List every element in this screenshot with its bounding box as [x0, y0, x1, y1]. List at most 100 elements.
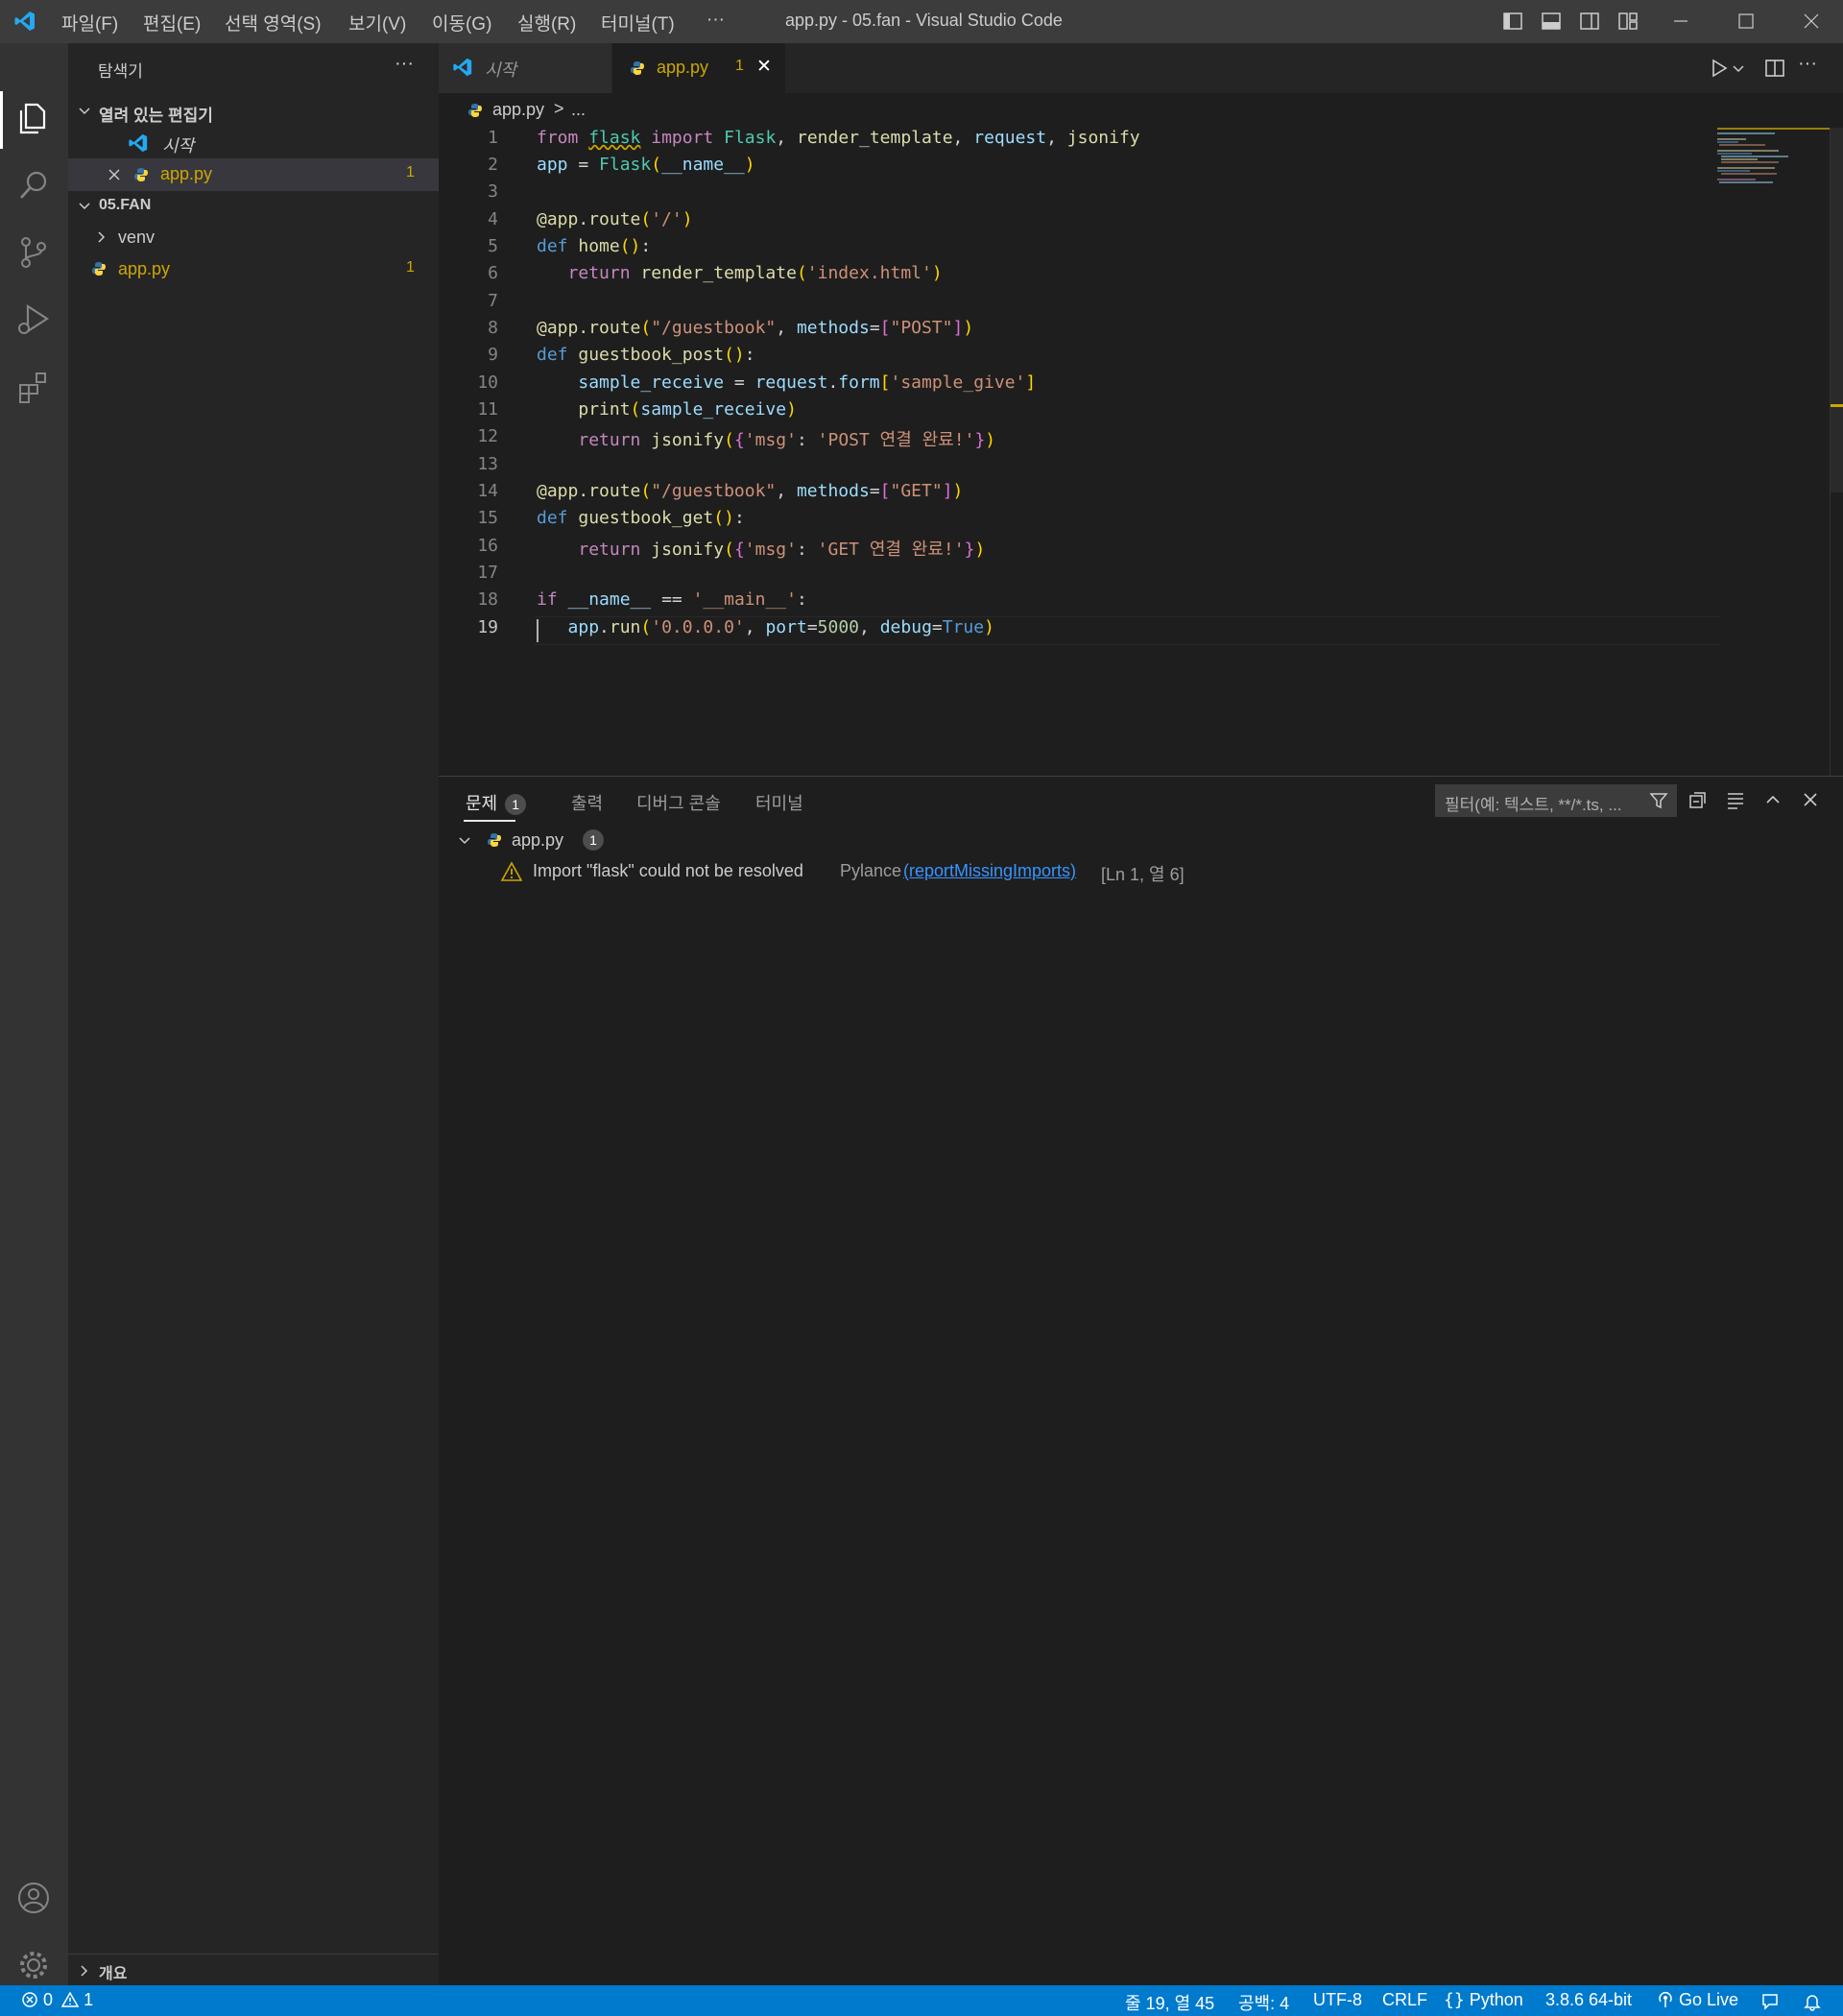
problems-status[interactable]: 0 1 — [21, 1990, 93, 2010]
extensions-icon[interactable] — [14, 368, 53, 406]
vertical-scrollbar[interactable] — [1830, 128, 1843, 776]
breadcrumb-separator: > — [554, 99, 564, 118]
vscode-logo-icon — [14, 12, 35, 31]
tree-item-venv[interactable]: venv — [68, 222, 439, 252]
close-panel-icon[interactable] — [1799, 788, 1822, 811]
close-window-icon[interactable] — [1801, 11, 1822, 32]
error-icon — [22, 1992, 37, 2007]
breadcrumb-symbols[interactable]: ... — [571, 100, 586, 120]
source-control-icon[interactable] — [14, 233, 53, 272]
chevron-right-icon — [98, 231, 106, 243]
code-line: 2 app = Flask(__name__) — [488, 155, 755, 175]
menu-edit[interactable]: 편집(E) — [143, 10, 201, 36]
python-file-icon — [468, 104, 482, 117]
feedback-icon[interactable] — [1760, 1992, 1780, 2011]
code-line: 5 def home(): — [488, 236, 652, 256]
code-line: 16 return jsonify({'msg': 'GET 연결 완료!'}) — [477, 536, 986, 560]
code-line: 12 return jsonify({'msg': 'POST 연결 완료!'}… — [477, 426, 996, 450]
open-editors-label: 열려 있는 편집기 — [99, 107, 213, 125]
problem-file-row[interactable]: app.py 1 — [439, 825, 1843, 855]
code-editor[interactable]: 1 from flask import Flask, render_templat… — [439, 128, 1843, 776]
tab-problems[interactable]: 문제 1 — [466, 790, 527, 815]
tab-label: app.py — [657, 58, 709, 77]
open-editor-label: 시작 — [162, 136, 195, 156]
title-bar: 파일(F) 편집(E) 선택 영역(S) 보기(V) 이동(G) 실행(R) 터… — [0, 0, 1843, 43]
breadcrumb-file[interactable]: app.py — [492, 100, 544, 120]
menu-selection[interactable]: 선택 영역(S) — [225, 10, 322, 36]
language-mode[interactable]: {} Python — [1444, 1990, 1523, 2010]
code-line: 7 — [488, 291, 498, 311]
code-line: 14 @app.route("/guestbook", methods=["GET… — [477, 481, 964, 501]
encoding[interactable]: UTF-8 — [1313, 1990, 1362, 2010]
problems-filter-input[interactable]: 필터(예: 텍스트, **/*.ts, ... — [1435, 784, 1677, 817]
tab-terminal[interactable]: 터미널 — [755, 790, 803, 815]
chevron-down-icon[interactable] — [1731, 60, 1746, 76]
code-line: 3 — [488, 181, 498, 202]
indentation[interactable]: 공백: 4 — [1238, 1990, 1289, 2015]
end-of-line[interactable]: CRLF — [1382, 1990, 1427, 2010]
tree-item-app-py[interactable]: app.py 1 — [68, 253, 439, 284]
problem-message: Import "flask" could not be resolved — [533, 861, 803, 880]
accounts-icon[interactable] — [14, 1879, 53, 1917]
go-live-button[interactable]: Go Live — [1657, 1990, 1738, 2010]
warning-icon — [501, 861, 522, 881]
customize-layout-icon[interactable] — [1617, 11, 1639, 32]
menu-view[interactable]: 보기(V) — [348, 10, 406, 36]
cursor-position[interactable]: 줄 19, 열 45 — [1125, 1990, 1214, 2015]
tab-debug-console[interactable]: 디버그 콘솔 — [636, 790, 721, 815]
toggle-secondary-sidebar-icon[interactable] — [1579, 11, 1600, 32]
outline-label: 개요 — [99, 1966, 128, 1982]
filter-icon[interactable] — [1648, 790, 1669, 811]
editor-tabs: 시작 app.py 1 ✕ ··· — [439, 43, 1843, 93]
sidebar-title: 탐색기 — [98, 62, 143, 81]
notifications-bell-icon[interactable] — [1803, 1992, 1822, 2011]
problem-code-link[interactable]: (reportMissingImports) — [903, 861, 1076, 881]
python-file-icon — [92, 262, 106, 276]
toggle-panel-icon[interactable] — [1541, 11, 1562, 32]
menu-file[interactable]: 파일(F) — [61, 10, 118, 36]
code-line: 8 @app.route("/guestbook", methods=["POST… — [488, 318, 974, 338]
menu-run[interactable]: 실행(R) — [517, 10, 576, 36]
folder-header-05fan[interactable]: 05.FAN — [68, 192, 439, 221]
view-as-tree-icon[interactable] — [1724, 788, 1747, 811]
run-python-file-icon[interactable] — [1708, 57, 1731, 80]
code-line: 10 sample_receive = request.form['sample… — [477, 372, 1037, 393]
code-line: 11 print(sample_receive) — [477, 399, 797, 420]
code-line: 1 from flask import Flask, render_templat… — [488, 128, 1140, 148]
menu-more[interactable]: ··· — [706, 10, 725, 31]
menu-go[interactable]: 이동(G) — [432, 10, 491, 36]
tab-app-py[interactable]: app.py 1 ✕ — [612, 43, 785, 93]
open-editor-item-app-py[interactable]: app.py 1 — [68, 158, 439, 191]
split-editor-icon[interactable] — [1763, 57, 1786, 80]
go-live-label: Go Live — [1679, 1990, 1739, 2009]
warning-icon — [60, 1991, 80, 2007]
minimap[interactable] — [1715, 128, 1832, 776]
tab-output[interactable]: 출력 — [571, 790, 603, 815]
sidebar-more-actions[interactable]: ··· — [395, 53, 414, 75]
maximize-panel-chevron-up-icon[interactable] — [1761, 788, 1784, 811]
outline-header[interactable]: 개요 — [68, 1954, 439, 1985]
manage-gear-icon[interactable] — [14, 1946, 53, 1984]
code-line: 19 app.run('0.0.0.0', port=5000, debug=T… — [477, 617, 994, 637]
tab-start[interactable]: 시작 — [439, 43, 611, 93]
problem-item-row[interactable]: Import "flask" could not be resolved Pyl… — [439, 855, 1843, 886]
open-editors-header[interactable]: 열려 있는 편집기 — [68, 97, 439, 126]
chevron-down-icon — [79, 108, 90, 115]
search-icon[interactable] — [14, 166, 53, 204]
toggle-primary-sidebar-icon[interactable] — [1502, 11, 1523, 32]
minimize-icon[interactable] — [1670, 11, 1691, 32]
collapse-all-icon[interactable] — [1687, 788, 1710, 811]
tab-close-button[interactable]: ✕ — [756, 56, 772, 78]
explorer-icon[interactable] — [14, 99, 53, 137]
folder-label: 05.FAN — [99, 197, 152, 213]
code-line: 6 return render_template('index.html') — [488, 263, 943, 283]
close-icon[interactable] — [107, 167, 122, 182]
editor-more-actions[interactable]: ··· — [1798, 53, 1817, 75]
open-editor-item-start[interactable]: 시작 — [68, 128, 439, 158]
run-and-debug-icon[interactable] — [14, 300, 53, 339]
python-interpreter[interactable]: 3.8.6 64-bit — [1545, 1990, 1632, 2010]
menu-terminal[interactable]: 터미널(T) — [601, 10, 675, 36]
maximize-icon[interactable] — [1735, 11, 1757, 32]
active-indicator — [0, 91, 3, 149]
chevron-down-icon — [459, 837, 470, 845]
